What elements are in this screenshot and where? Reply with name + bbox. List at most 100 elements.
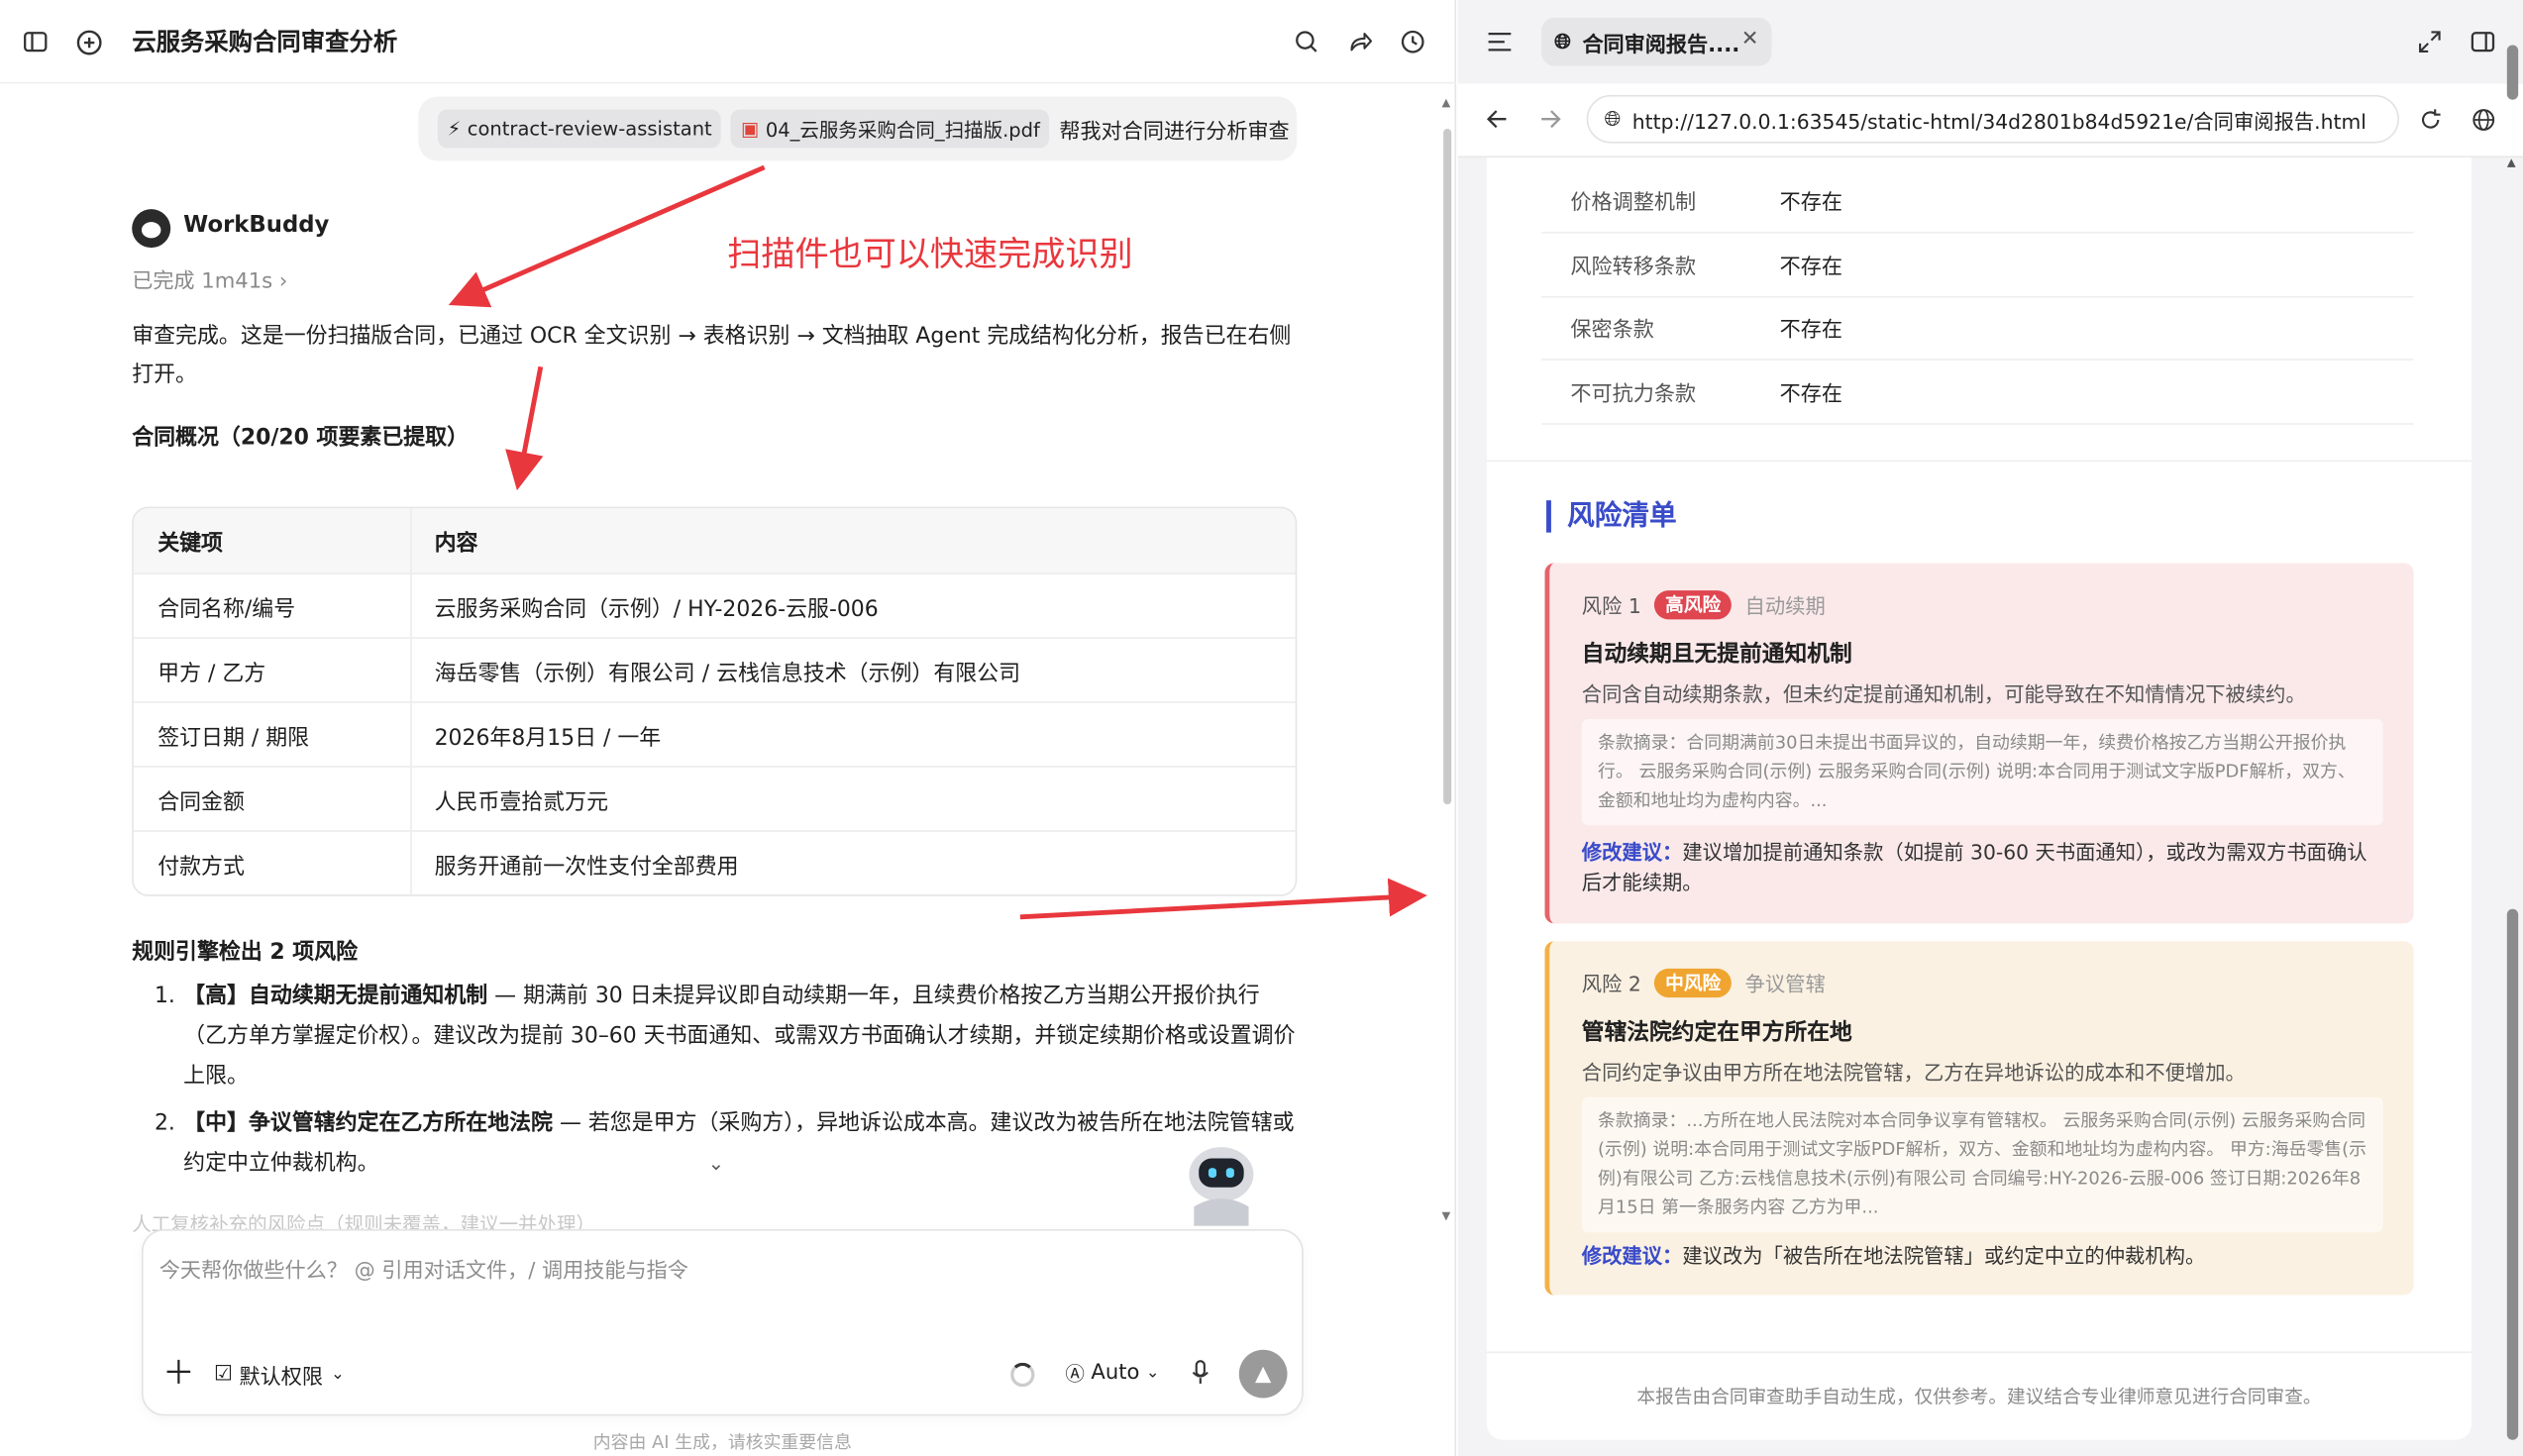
reload-icon[interactable] bbox=[2414, 103, 2446, 135]
excerpt-label: 条款摘录： bbox=[1598, 1109, 1687, 1131]
list-number: 2. bbox=[154, 1109, 175, 1136]
clause-row: 不可抗力条款 不存在 bbox=[1541, 361, 2414, 425]
clause-excerpt: 条款摘录：...方所在地人民法院对本合同争议享有管辖权。 云服务采购合同(示例)… bbox=[1581, 1096, 2383, 1233]
report-footer: 本报告由合同审查助手自动生成，仅供参考。建议结合专业律师意见进行合同审查。 bbox=[1636, 1385, 2322, 1408]
excerpt-label: 条款摘录： bbox=[1598, 732, 1687, 754]
risk-level-badge: 高风险 bbox=[1653, 589, 1733, 619]
microphone-icon[interactable] bbox=[1191, 1360, 1209, 1392]
search-icon[interactable] bbox=[1291, 26, 1322, 57]
table-row: 签订日期 / 期限 2026年8月15日 / 一年 bbox=[133, 701, 1296, 767]
new-chat-icon[interactable] bbox=[72, 26, 104, 57]
suggestion-label: 修改建议： bbox=[1581, 839, 1683, 865]
clause-value: 不存在 bbox=[1779, 191, 1842, 216]
address-bar: 🌐︎ http://127.0.0.1:63545/static-html/34d… bbox=[1457, 83, 2523, 158]
clause-row: 保密条款 不存在 bbox=[1541, 296, 2414, 361]
permission-dropdown[interactable]: ☑ 默认权限 ⌄ bbox=[214, 1360, 345, 1391]
user-message-text: 帮我对合同进行分析审查 bbox=[1059, 120, 1290, 145]
back-icon[interactable] bbox=[1480, 103, 1512, 135]
list-item: 1. 【高】自动续期无提前通知机制 — 期满前 30 日未提异议即自动续期一年，且… bbox=[155, 977, 1297, 1097]
table-cell-key: 甲方 / 乙方 bbox=[134, 638, 412, 702]
model-label: Auto bbox=[1091, 1361, 1140, 1386]
model-icon: Ⓐ bbox=[1065, 1362, 1085, 1386]
risk-card-meta: 风险 2 中风险 争议管辖 bbox=[1582, 967, 1826, 997]
run-status[interactable]: 已完成 1m41s › bbox=[132, 263, 287, 294]
risk-category: 自动续期 bbox=[1744, 593, 1826, 618]
suggestion-label: 修改建议： bbox=[1581, 1243, 1683, 1268]
table-header-row: 关键项 内容 bbox=[133, 508, 1296, 573]
add-attachment-button[interactable]: ＋ bbox=[162, 1356, 194, 1388]
chat-scrollbar[interactable] bbox=[1443, 128, 1452, 805]
risk-card-medium: 风险 2 中风险 争议管辖 管辖法院约定在甲方所在地 合同约定争议由甲方所在地法院管… bbox=[1544, 941, 2414, 1296]
scroll-up-arrow[interactable]: ▲ bbox=[1441, 96, 1450, 109]
model-selector[interactable]: Ⓐ Auto ⌄ bbox=[1065, 1360, 1159, 1388]
summary-text: 审查完成。这是一份扫描版合同，已通过 OCR 全文识别 → 表格识别 → 文档抽… bbox=[132, 323, 1292, 388]
scroll-down-icon[interactable]: ⌄ bbox=[708, 1152, 724, 1175]
report-scrollbar[interactable] bbox=[2506, 908, 2519, 1440]
excerpt-text: 合同期满前30日未提出书面异议的，自动续期一年，续费价格按乙方当期公开报价执行。… bbox=[1598, 732, 2356, 811]
risk-level-badge: 中风险 bbox=[1653, 968, 1733, 997]
share-icon[interactable] bbox=[1343, 26, 1375, 57]
close-tab-icon[interactable]: ✕ bbox=[1741, 28, 1759, 52]
risk-card-high: 风险 1 高风险 自动续期 自动续期且无提前通知机制 合同含自动续期条款，但未约定提… bbox=[1544, 563, 2414, 924]
table-row: 甲方 / 乙方 海岳零售（示例）有限公司 / 云栈信息技术（示例）有限公司 bbox=[133, 637, 1296, 702]
overview-table: 关键项 内容 合同名称/编号 云服务采购合同（示例）/ HY-2026-云服-0… bbox=[132, 506, 1298, 896]
risk-heading: 【高】自动续期无提前通知机制 bbox=[183, 983, 488, 1009]
clause-name: 风险转移条款 bbox=[1570, 256, 1697, 280]
panel-toggle-icon[interactable] bbox=[2467, 26, 2498, 57]
tab-strip: 🌐︎ 合同审阅报告.... ✕ bbox=[1457, 0, 2523, 84]
table-row: 付款方式 服务开通前一次性支付全部费用 bbox=[133, 830, 1296, 895]
annotation-text: 扫描件也可以快速完成识别 bbox=[727, 235, 1133, 274]
risk-label: 风险 1 bbox=[1581, 593, 1641, 618]
risk-suggestion: 修改建议：建议改为「被告所在地法院管辖」或约定中立的仲裁机构。 bbox=[1582, 1240, 2383, 1271]
section-divider bbox=[1486, 460, 2472, 463]
run-status-text: 已完成 1m41s bbox=[132, 269, 273, 295]
list-number: 1. bbox=[154, 983, 175, 1009]
tab-list-icon[interactable] bbox=[1484, 26, 1516, 57]
send-button[interactable]: ▲ bbox=[1238, 1349, 1288, 1399]
browser-tab[interactable]: 🌐︎ 合同审阅报告.... ✕ bbox=[1541, 17, 1772, 66]
chat-pane: 云服务采购合同审查分析 ⚡ contract-review-assistant ▣… bbox=[0, 0, 1457, 1456]
skill-chip[interactable]: ⚡ contract-review-assistant bbox=[437, 109, 722, 149]
risk-section-title: 风险清单 bbox=[1546, 500, 1677, 533]
chevron-down-icon: ⌄ bbox=[331, 1366, 345, 1384]
table-row: 合同金额 人民币壹拾贰万元 bbox=[133, 766, 1296, 831]
agent-name: WorkBuddy bbox=[183, 212, 330, 239]
clause-excerpt: 条款摘录：合同期满前30日未提出书面异议的，自动续期一年，续费价格按乙方当期公开… bbox=[1581, 719, 2383, 826]
composer-input[interactable]: 今天帮你做些什么？ @ 引用对话文件，/ 调用技能与指令 bbox=[159, 1253, 688, 1284]
scroll-down-arrow[interactable]: ▼ bbox=[1441, 1209, 1450, 1222]
clause-name: 不可抗力条款 bbox=[1570, 382, 1697, 407]
site-globe-icon[interactable] bbox=[2467, 103, 2498, 135]
skill-chip-label: contract-review-assistant bbox=[467, 117, 712, 141]
sidebar-toggle-icon[interactable] bbox=[19, 26, 51, 57]
robot-mascot-icon bbox=[1189, 1147, 1254, 1226]
clause-name: 价格调整机制 bbox=[1570, 191, 1697, 216]
risk-card-meta: 风险 1 高风险 自动续期 bbox=[1582, 588, 1826, 619]
rules-title: 规则引擎检出 2 项风险 bbox=[132, 939, 359, 966]
clause-row: 价格调整机制 不存在 bbox=[1541, 169, 2414, 234]
clause-row: 风险转移条款 不存在 bbox=[1541, 234, 2414, 298]
url-field[interactable]: 🌐︎ http://127.0.0.1:63545/static-html/34d… bbox=[1586, 94, 2399, 144]
table-row: 合同名称/编号 云服务采购合同（示例）/ HY-2026-云服-006 bbox=[133, 572, 1296, 638]
message-composer[interactable]: 今天帮你做些什么？ @ 引用对话文件，/ 调用技能与指令 ＋ ☑ 默认权限 ⌄ Ⓐ A… bbox=[141, 1228, 1304, 1416]
user-message-bubble: ⚡ contract-review-assistant ▣ 04_云服务采购合同_扫… bbox=[418, 96, 1298, 161]
scroll-up-arrow[interactable]: ▲ bbox=[2507, 156, 2516, 169]
risk-description: 合同约定争议由甲方所在地法院管辖，乙方在异地诉讼的成本和不便增加。 bbox=[1581, 1060, 2246, 1085]
agent-avatar bbox=[132, 209, 171, 249]
forward-icon[interactable] bbox=[1535, 103, 1567, 135]
table-cell-key: 付款方式 bbox=[134, 831, 412, 895]
history-icon[interactable] bbox=[1397, 26, 1428, 57]
file-chip[interactable]: ▣ 04_云服务采购合同_扫描版.pdf bbox=[731, 109, 1050, 149]
chevron-down-icon: ⌄ bbox=[1145, 1364, 1160, 1383]
expand-icon[interactable] bbox=[2414, 26, 2446, 57]
list-item: 2. 【中】争议管辖约定在乙方所在地法院 — 若您是甲方（采购方），异地诉讼成本高… bbox=[155, 1103, 1297, 1184]
pdf-file-icon: ▣ bbox=[740, 117, 760, 141]
risk-title: 管辖法院约定在甲方所在地 bbox=[1581, 1019, 1852, 1046]
clause-value: 不存在 bbox=[1779, 256, 1842, 280]
globe-icon: 🌐︎ bbox=[1554, 30, 1572, 54]
clause-value: 不存在 bbox=[1779, 318, 1842, 343]
loading-spinner-icon bbox=[1010, 1362, 1035, 1388]
tabs-scrollbar[interactable] bbox=[2506, 45, 2519, 100]
risk-heading: 【中】争议管辖约定在乙方所在地法院 bbox=[183, 1109, 553, 1136]
browser-pane: 🌐︎ 合同审阅报告.... ✕ 🌐︎ http://127.0.0.1:63545… bbox=[1457, 0, 2523, 1456]
risk-description: 合同含自动续期条款，但未约定提前通知机制，可能导致在不知情情况下被续约。 bbox=[1581, 681, 2306, 707]
